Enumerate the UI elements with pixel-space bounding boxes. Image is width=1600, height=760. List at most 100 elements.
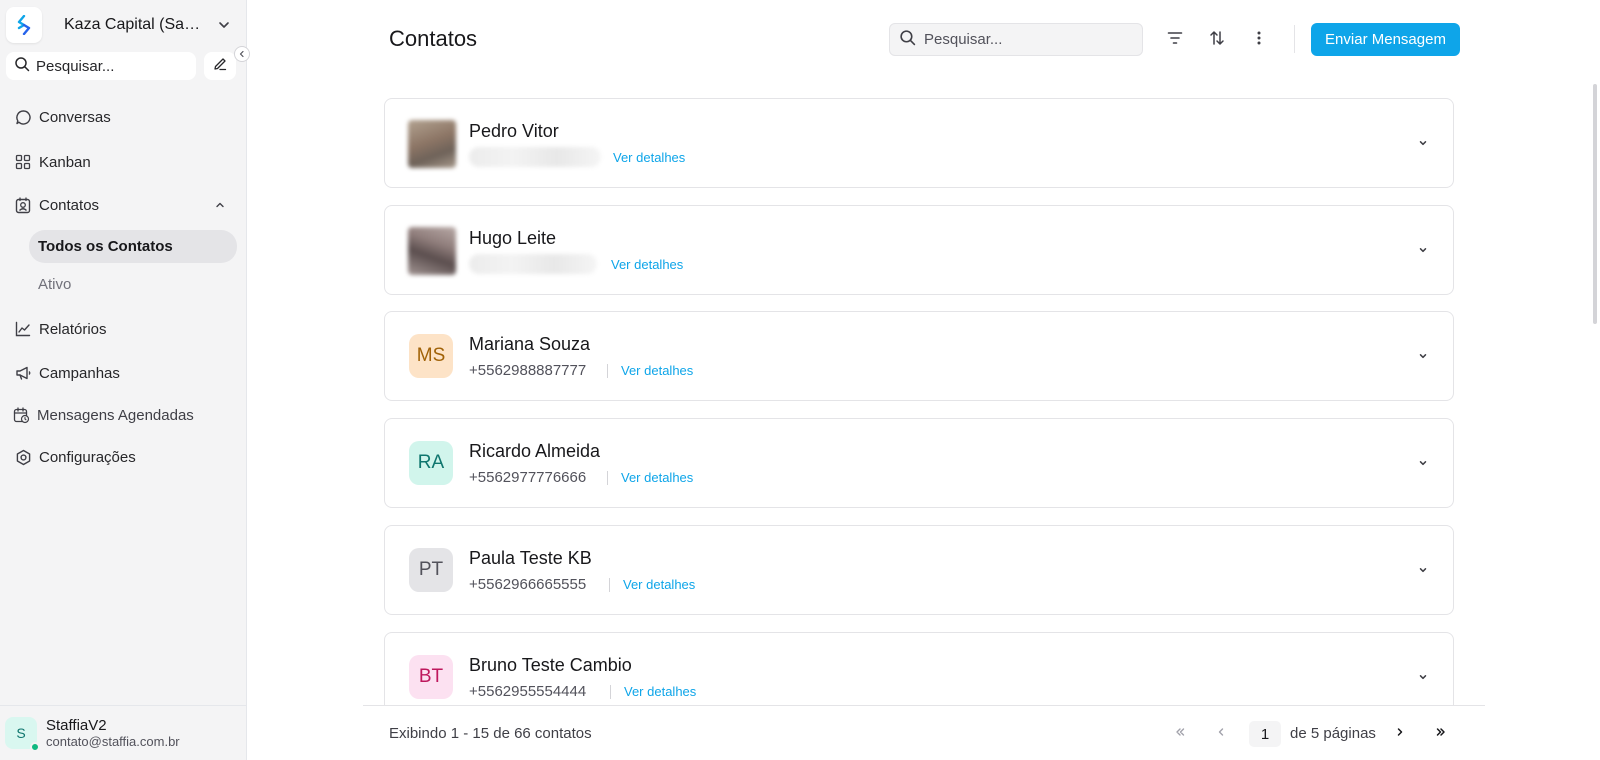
nav-item-contatos[interactable]: Contatos xyxy=(14,193,99,217)
sub-item-label: Ativo xyxy=(38,276,72,293)
pencil-icon xyxy=(212,56,228,77)
calendar-clock-icon xyxy=(12,406,30,424)
search-input[interactable] xyxy=(924,31,1124,48)
contact-phone: +5562966665555 xyxy=(469,576,587,593)
avatar: BT xyxy=(409,655,453,699)
nav-item-conversas[interactable]: Conversas xyxy=(14,105,111,129)
megaphone-icon xyxy=(14,364,32,382)
contact-name: Mariana Souza xyxy=(469,334,591,354)
current-page-number: 1 xyxy=(1260,725,1270,743)
filter-button[interactable] xyxy=(1162,27,1188,53)
send-message-button[interactable]: Enviar Mensagem xyxy=(1311,23,1460,56)
avatar-initials: PT xyxy=(418,559,444,580)
chevron-down-icon[interactable] xyxy=(1416,349,1430,363)
app-logo-icon xyxy=(6,7,42,43)
contacts-icon xyxy=(14,196,32,214)
filter-icon xyxy=(1167,31,1183,50)
last-page-button[interactable] xyxy=(1429,722,1453,746)
first-page-button[interactable] xyxy=(1168,722,1192,746)
current-page[interactable]: 1 xyxy=(1249,721,1281,747)
contact-phone: +5562977776666 xyxy=(469,469,587,486)
nav-item-configuracoes[interactable]: Configurações xyxy=(14,445,136,469)
chevron-down-icon[interactable] xyxy=(1416,243,1430,257)
online-status-dot xyxy=(30,742,40,752)
scrollbar-thumb[interactable] xyxy=(1593,84,1597,324)
view-details-link[interactable]: Ver detalhes xyxy=(621,470,693,485)
avatar: RA xyxy=(409,441,453,485)
avatar-initials: MS xyxy=(416,345,446,366)
contact-photo xyxy=(408,227,456,275)
contact-card[interactable]: Pedro Vitor Ver detalhes xyxy=(384,98,1454,188)
nav-item-campanhas[interactable]: Campanhas xyxy=(14,361,120,385)
sub-item-label: Todos os Contatos xyxy=(38,238,173,255)
contacts-search[interactable] xyxy=(889,23,1143,56)
sidebar-search-input[interactable] xyxy=(36,57,186,75)
avatar: PT xyxy=(409,548,453,592)
workspace-name[interactable]: Kaza Capital (San... xyxy=(64,16,204,34)
sidebar-item-todos-os-contatos[interactable]: Todos os Contatos xyxy=(29,230,237,263)
nav-item-kanban[interactable]: Kanban xyxy=(14,150,91,174)
view-details-link[interactable]: Ver detalhes xyxy=(623,577,695,592)
view-details-link[interactable]: Ver detalhes xyxy=(613,150,685,165)
avatar: MS xyxy=(409,334,453,378)
contact-photo xyxy=(408,120,456,168)
contact-card[interactable]: PT Paula Teste KB +5562966665555 Ver det… xyxy=(384,525,1454,615)
divider xyxy=(607,364,608,378)
more-options-button[interactable] xyxy=(1246,27,1272,53)
pagination-info: Exibindo 1 - 15 de 66 contatos xyxy=(389,725,592,742)
contacts-list: Pedro Vitor Ver detalhes Hugo Leite Ver … xyxy=(363,84,1485,705)
contact-card[interactable]: BT Bruno Teste Cambio +5562955554444 Ver… xyxy=(384,632,1454,705)
view-details-link[interactable]: Ver detalhes xyxy=(624,684,696,699)
chevron-down-icon[interactable] xyxy=(1416,670,1430,684)
sidebar: Kaza Capital (San... Conversas Kanban xyxy=(0,0,250,760)
avatar-initials: BT xyxy=(418,666,444,687)
nav-label: Conversas xyxy=(39,108,111,126)
chevron-down-icon[interactable] xyxy=(1416,136,1430,150)
nav-label: Mensagens Agendadas xyxy=(37,406,194,424)
avatar-initial: S xyxy=(16,725,26,741)
chevrons-left-icon xyxy=(1174,725,1186,743)
divider xyxy=(607,471,608,485)
contact-name: Bruno Teste Cambio xyxy=(469,655,632,675)
contact-phone: +5562988887777 xyxy=(469,362,587,379)
sort-arrows-icon xyxy=(1209,30,1225,51)
chevron-down-icon[interactable] xyxy=(214,15,234,35)
nav-item-mensagens-agendadas[interactable]: Mensagens Agendadas xyxy=(12,403,194,427)
page-title: Contatos xyxy=(389,26,478,51)
contact-card[interactable]: RA Ricardo Almeida +5562977776666 Ver de… xyxy=(384,418,1454,508)
search-icon xyxy=(14,56,30,77)
chevron-down-icon[interactable] xyxy=(1416,456,1430,470)
contact-phone: +5562955554444 xyxy=(469,683,587,700)
compose-button[interactable] xyxy=(204,52,236,80)
collapse-sidebar-button[interactable] xyxy=(234,46,250,62)
user-profile[interactable]: S StaffiaV2 contato@staffia.com.br xyxy=(5,714,241,752)
view-details-link[interactable]: Ver detalhes xyxy=(621,363,693,378)
chevron-down-icon[interactable] xyxy=(1416,563,1430,577)
contact-name: Pedro Vitor xyxy=(469,121,559,141)
redacted-phone xyxy=(469,147,601,167)
nav-label: Contatos xyxy=(39,196,100,214)
divider xyxy=(1294,25,1295,53)
divider xyxy=(610,685,611,699)
nav-label: Configurações xyxy=(39,448,136,466)
previous-page-button[interactable] xyxy=(1209,722,1233,746)
sort-button[interactable] xyxy=(1204,27,1230,53)
contact-name: Ricardo Almeida xyxy=(469,441,601,461)
sidebar-item-ativo[interactable]: Ativo xyxy=(29,268,237,301)
gear-icon xyxy=(14,448,32,466)
user-email: contato@staffia.com.br xyxy=(46,733,180,749)
next-page-button[interactable] xyxy=(1388,722,1412,746)
divider xyxy=(609,578,610,592)
contact-card[interactable]: Hugo Leite Ver detalhes xyxy=(384,205,1454,295)
search-icon xyxy=(899,29,916,51)
contact-card[interactable]: MS Mariana Souza +5562988887777 Ver deta… xyxy=(384,311,1454,401)
chevron-up-icon[interactable] xyxy=(212,197,228,213)
chevron-left-icon xyxy=(238,45,246,63)
view-details-link[interactable]: Ver detalhes xyxy=(611,257,683,272)
chevron-right-icon xyxy=(1394,725,1406,743)
chat-icon xyxy=(14,108,32,126)
sidebar-search[interactable] xyxy=(6,52,196,80)
workspace-switcher[interactable]: Kaza Capital (San... xyxy=(6,6,238,44)
contact-name: Hugo Leite xyxy=(469,228,557,248)
nav-item-relatorios[interactable]: Relatórios xyxy=(14,317,107,341)
